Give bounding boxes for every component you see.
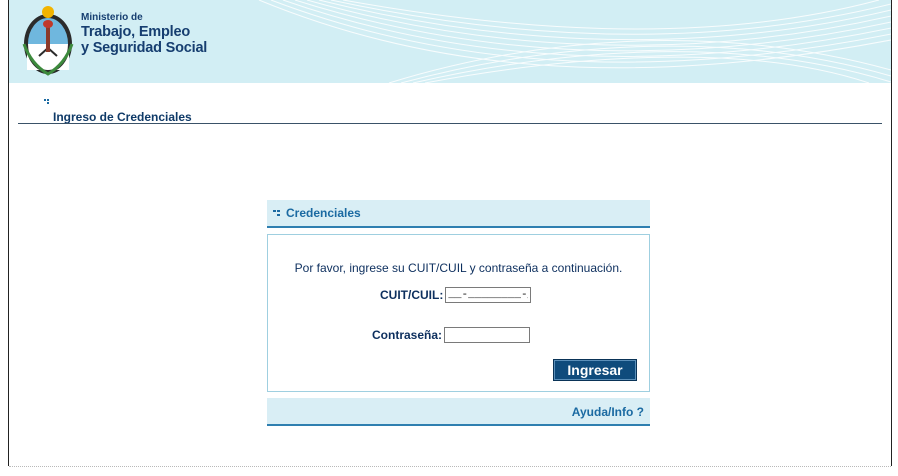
ministry-line-1: Ministerio de (81, 12, 143, 23)
cuit-row: CUIT/CUIL: (380, 287, 532, 303)
credentials-panel: Credenciales Por favor, ingrese su CUIT/… (267, 200, 650, 426)
credentials-panel-header: Credenciales (267, 200, 650, 228)
title-divider (18, 123, 882, 124)
cuit-input[interactable] (445, 287, 532, 303)
password-input[interactable] (444, 327, 531, 343)
argentina-seal-icon (22, 6, 74, 76)
ministry-name: Ministerio de Trabajo, Empleo y Segurida… (81, 13, 207, 55)
bullet-icon (44, 99, 49, 104)
page-title: Ingreso de Credenciales (53, 110, 192, 124)
help-info-link[interactable]: Ayuda/Info ? (572, 405, 644, 419)
footer-divider (9, 466, 891, 467)
password-label: Contraseña: (372, 328, 443, 342)
site-header: Ministerio de Trabajo, Empleo y Segurida… (9, 0, 891, 83)
ministry-line-3: y Seguridad Social (81, 39, 208, 56)
ministry-logo[interactable]: Ministerio de Trabajo, Empleo y Segurida… (21, 4, 207, 78)
login-instructions: Por favor, ingrese su CUIT/CUIL y contra… (294, 261, 623, 275)
ingresar-button[interactable]: Ingresar (553, 359, 637, 381)
credentials-form: Por favor, ingrese su CUIT/CUIL y contra… (267, 234, 650, 392)
credentials-panel-footer: Ayuda/Info ? (267, 398, 650, 426)
cuit-label: CUIT/CUIL: (380, 288, 444, 302)
ministry-line-2: Trabajo, Empleo (81, 24, 190, 40)
bullet-icon (273, 209, 280, 216)
credentials-panel-title: Credenciales (286, 206, 361, 220)
password-row: Contraseña: (372, 327, 531, 343)
